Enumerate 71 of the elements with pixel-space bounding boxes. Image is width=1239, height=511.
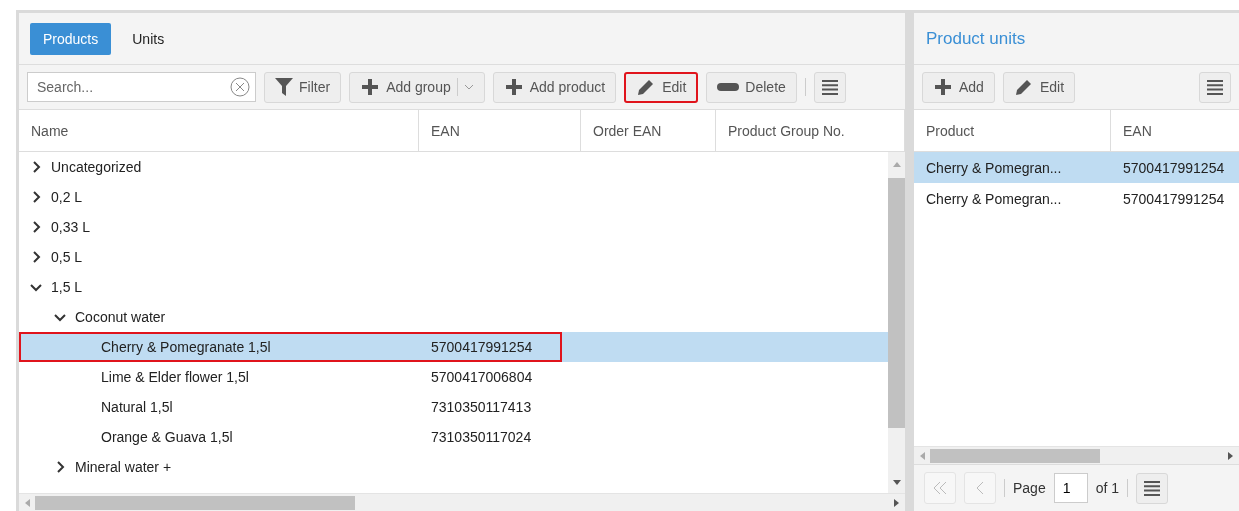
clear-icon[interactable] [230,77,250,97]
product-row[interactable]: Natural 1,5l 7310350117413 [19,392,888,422]
unit-row[interactable]: Cherry & Pomegran... 5700417991254 [914,152,1239,183]
tab[interactable]: Units [119,22,178,55]
product-name: Natural 1,5l [101,399,173,415]
group-name: 0,5 L [51,249,83,265]
group-name: Mineral water + [75,459,172,475]
edit-button[interactable]: Edit [624,71,699,103]
menu-icon [1207,79,1223,95]
menu-button[interactable] [1136,472,1169,504]
scroll-right-icon[interactable] [893,497,901,508]
product-cell-text: Cherry & Pomegran... [925,159,1063,176]
page-label: Page [1013,480,1046,496]
page-input[interactable]: 1 [1053,473,1088,503]
chevron-right-icon[interactable] [30,191,42,203]
menu-icon [1144,480,1161,496]
delete-button[interactable]: Delete [706,71,797,103]
ean-cell-text: 5700417006804 [430,369,534,385]
column-header[interactable]: Name [19,110,419,151]
filter-icon [275,78,293,96]
horizontal-scrollbar[interactable] [914,446,1239,464]
ean-cell-text: 5700417991254 [430,339,534,355]
plus-icon [360,77,381,97]
search-field[interactable]: Search... [27,72,256,102]
filter-button[interactable]: Filter [264,71,342,103]
product-name: Orange & Guava 1,5l [101,429,233,445]
product-name: Cherry & Pomegranate 1,5l [101,339,271,355]
ean-cell-text: 7310350117024 [430,429,533,445]
ean-cell-text: 5700417991254 [1122,159,1226,176]
column-header[interactable]: EAN [1111,110,1239,151]
caret-icon [463,84,474,90]
group-name: Uncategorized [51,159,142,175]
unit-row[interactable]: Cherry & Pomegran... 5700417991254 [914,183,1239,214]
group-name: 0,33 L [51,219,90,235]
group-name: Coconut water [75,309,166,325]
minus-icon [717,83,740,91]
scroll-right-icon[interactable] [1227,450,1235,461]
chevron-down-icon[interactable] [54,311,66,323]
product-row[interactable]: Cherry & Pomegranate 1,5l 5700417991254 [19,332,888,362]
vertical-scrollbar[interactable] [888,152,905,493]
chevron-right-icon[interactable] [30,251,42,263]
group-name: 1,5 L [51,279,83,295]
edit-button[interactable]: Edit [1002,71,1076,103]
chevron-right-icon[interactable] [54,461,66,473]
plus-icon [503,77,524,97]
ean-cell-text: 7310350117413 [430,399,533,415]
menu-button[interactable] [1199,71,1231,103]
pencil-icon [1013,77,1034,97]
column-header[interactable]: EAN [419,110,581,151]
add-button[interactable]: Add [922,71,995,103]
scroll-down-icon[interactable] [891,477,902,487]
plus-icon [933,77,953,97]
add-button[interactable]: Add product [492,71,617,103]
chevron-down-icon[interactable] [30,281,42,293]
column-header[interactable]: Product [914,110,1111,151]
product-name: Lime & Elder flower 1,5l [101,369,249,385]
product-cell-text: Cherry & Pomegran... [925,190,1063,207]
add-group-button[interactable]: Add group [349,71,485,103]
group-name: 0,2 L [51,189,83,205]
ean-cell-text: 5700417991254 [1122,190,1226,207]
product-row[interactable]: Lime & Elder flower 1,5l 5700417006804 [19,362,888,392]
chevron-right-icon[interactable] [30,221,42,233]
horizontal-scrollbar[interactable] [19,493,905,511]
panel-title: Product units [926,28,1026,49]
double-chevron-left-icon [932,480,948,496]
menu-button[interactable] [813,71,846,103]
page-total: of 1 [1095,480,1120,496]
column-header[interactable]: Order EAN [581,110,716,151]
menu-icon [821,79,838,95]
product-row[interactable]: Orange & Guava 1,5l 7310350117024 [19,422,888,452]
chevron-right-icon[interactable] [30,161,42,173]
